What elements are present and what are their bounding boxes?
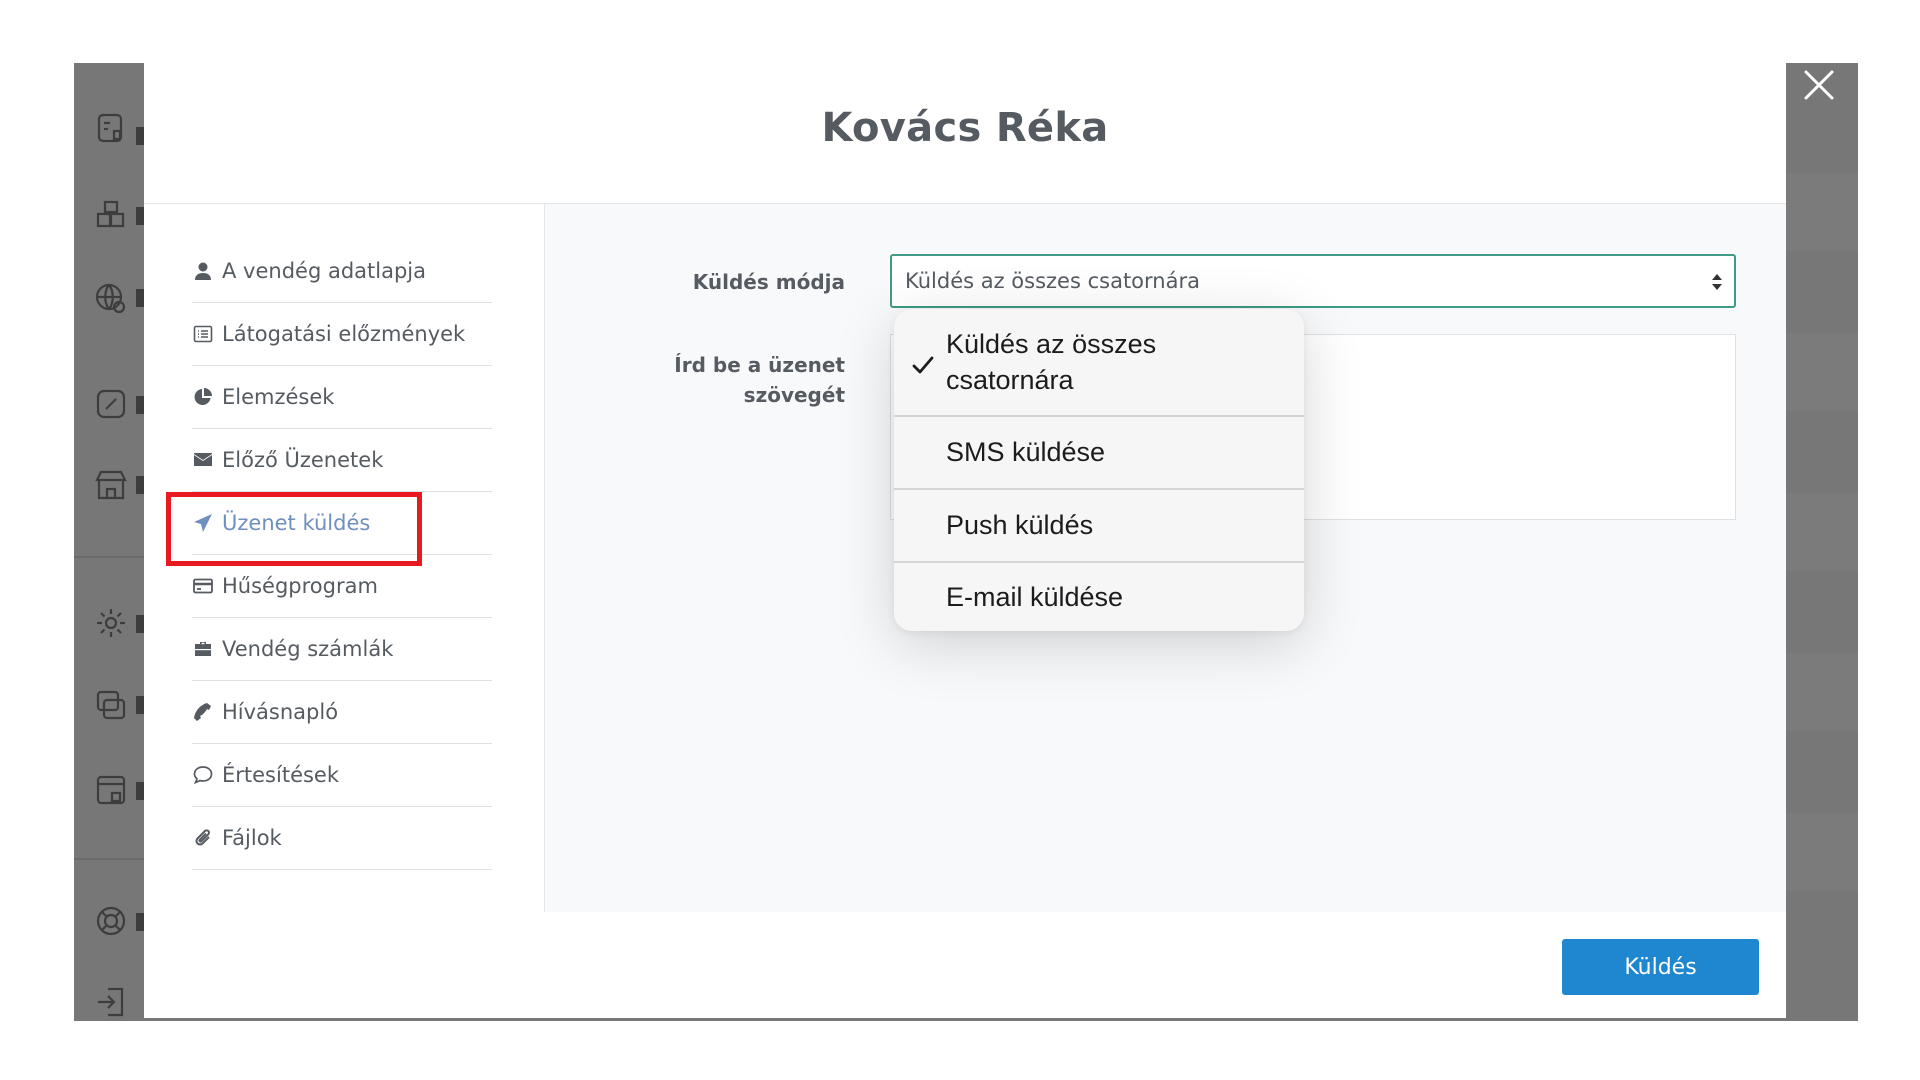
list-icon <box>192 323 214 345</box>
lifebuoy-icon <box>94 904 128 938</box>
message-label: Írd be a üzenet szövegét <box>585 350 845 410</box>
dropdown-option-label-line: Küldés az összes <box>946 329 1157 359</box>
user-icon <box>192 260 214 282</box>
store-icon <box>94 468 128 502</box>
select-arrows-icon <box>1712 274 1722 290</box>
message-label-line: szövegét <box>743 383 845 407</box>
gear-icon <box>94 606 128 640</box>
dropdown-option-label-line: csatornára <box>946 365 1074 395</box>
nav-item-previous-messages[interactable]: Előző Üzenetek <box>192 429 492 492</box>
nav-item-send-message[interactable]: Üzenet küldés <box>192 492 492 555</box>
dropdown-option-push[interactable]: Push küldés <box>894 490 1304 561</box>
nav-item-files[interactable]: Fájlok <box>192 807 492 870</box>
nav-item-label: Látogatási előzmények <box>222 322 466 346</box>
dropdown-option-all-channels[interactable]: Küldés az összes csatornára <box>894 309 1304 415</box>
background-label-fragment <box>136 396 144 414</box>
nav-item-label: Üzenet küldés <box>222 511 371 535</box>
checkmark-icon <box>912 356 934 374</box>
background-row <box>1774 813 1858 891</box>
dropdown-option-label: Push küldés <box>946 510 1094 540</box>
background-sidebar <box>74 63 144 1021</box>
nav-item-label: Hívásnapló <box>222 700 339 724</box>
send-mode-dropdown: Küldés az összes csatornára SMS küldése … <box>894 309 1304 631</box>
modal-title: Kovács Réka <box>821 105 1109 151</box>
send-button[interactable]: Küldés <box>1562 939 1759 995</box>
background-label-fragment <box>136 207 144 225</box>
dropdown-option-email[interactable]: E-mail küldése <box>894 563 1304 631</box>
dropdown-option-sms[interactable]: SMS küldése <box>894 417 1304 488</box>
briefcase-icon <box>192 638 214 660</box>
boxes-icon <box>94 198 128 232</box>
close-button[interactable] <box>1797 63 1841 107</box>
send-mode-label: Küldés módja <box>692 270 845 294</box>
stack-icon <box>94 688 128 722</box>
nav-item-label: Hűségprogram <box>222 574 378 598</box>
nav-item-loyalty-program[interactable]: Hűségprogram <box>192 555 492 618</box>
guest-nav: A vendég adatlapja Látogatási előzmények… <box>144 204 545 912</box>
background-row <box>1774 653 1858 731</box>
dropdown-option-label: SMS küldése <box>946 437 1106 467</box>
modal-header: Kovács Réka <box>144 63 1786 204</box>
pie-chart-icon <box>192 386 214 408</box>
send-mode-selected-value: Küldés az összes csatornára <box>905 269 1200 293</box>
close-icon <box>1804 70 1834 100</box>
background-label-fragment <box>136 696 144 714</box>
nav-item-label: Fájlok <box>222 826 282 850</box>
background-label-fragment <box>136 127 144 145</box>
background-label-fragment <box>136 615 144 633</box>
background-label-fragment <box>136 289 144 307</box>
nav-item-label: Vendég számlák <box>222 637 394 661</box>
nav-item-notifications[interactable]: Értesítések <box>192 744 492 807</box>
speech-bubble-icon <box>192 764 214 786</box>
dropdown-option-label: Küldés az összes csatornára <box>946 326 1156 398</box>
nav-item-label: Előző Üzenetek <box>222 448 384 472</box>
phone-icon <box>192 701 214 723</box>
paperclip-icon <box>192 827 214 849</box>
background-row <box>1774 333 1858 411</box>
nav-item-label: Elemzések <box>222 385 335 409</box>
paper-plane-icon <box>192 512 214 534</box>
dropdown-option-label: E-mail küldése <box>946 582 1124 612</box>
nav-item-guest-profile[interactable]: A vendég adatlapja <box>192 240 492 303</box>
message-label-line: Írd be a üzenet <box>674 353 845 377</box>
send-mode-select[interactable]: Küldés az összes csatornára <box>890 254 1736 308</box>
background-label-fragment <box>136 913 144 931</box>
clipboard-icon <box>94 111 128 145</box>
background-label-fragment <box>136 476 144 494</box>
nav-item-visit-history[interactable]: Látogatási előzmények <box>192 303 492 366</box>
envelope-icon <box>192 449 214 471</box>
background-row <box>1774 493 1858 571</box>
background-label-fragment <box>136 782 144 800</box>
percent-badge-icon <box>94 387 128 421</box>
nav-item-call-log[interactable]: Hívásnapló <box>192 681 492 744</box>
nav-item-label: Értesítések <box>222 763 340 787</box>
nav-item-guest-invoices[interactable]: Vendég számlák <box>192 618 492 681</box>
background-divider <box>74 858 144 860</box>
globe-icon <box>94 281 128 315</box>
background-row <box>1774 173 1858 251</box>
nav-item-label: A vendég adatlapja <box>222 259 426 283</box>
credit-card-icon <box>192 575 214 597</box>
logout-icon <box>94 985 128 1019</box>
background-divider <box>74 556 144 558</box>
wallet-icon <box>94 773 128 807</box>
nav-item-analytics[interactable]: Elemzések <box>192 366 492 429</box>
